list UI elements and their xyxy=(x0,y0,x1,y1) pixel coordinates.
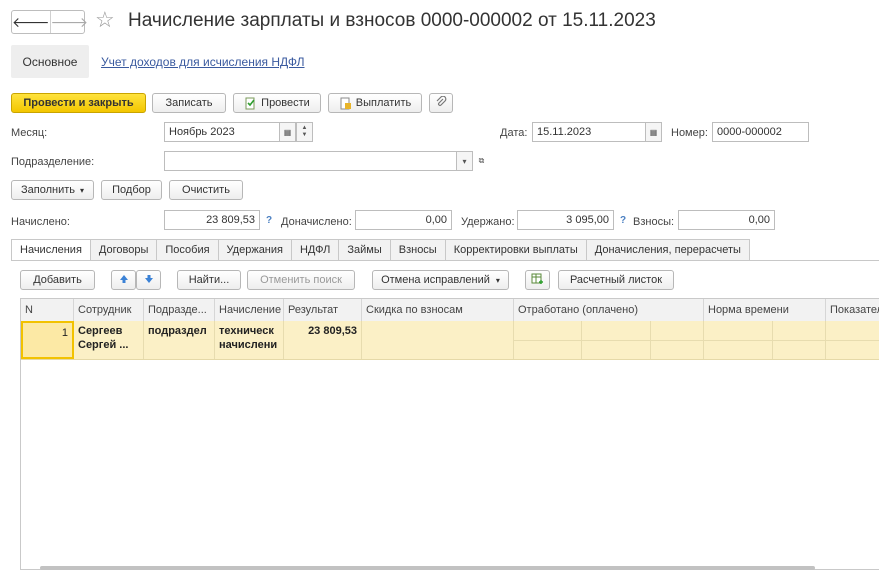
department-field[interactable] xyxy=(164,151,457,171)
section-main[interactable]: Основное xyxy=(11,45,89,78)
cancel-corrections-button[interactable]: Отмена исправлений ▾ xyxy=(372,270,509,290)
stepper-up-icon: ▲ xyxy=(301,125,308,131)
horizontal-scrollbar[interactable] xyxy=(40,566,815,570)
tab-recalculations[interactable]: Доначисления, перерасчеты xyxy=(586,239,750,261)
tab-divider xyxy=(11,260,879,261)
column-header-n[interactable]: N xyxy=(21,299,74,321)
accrued-value: 23 809,53 xyxy=(164,210,260,230)
post-and-close-button[interactable]: Провести и закрыть xyxy=(11,93,146,113)
column-header-department[interactable]: Подразде... xyxy=(144,299,215,321)
tab-benefits[interactable]: Пособия xyxy=(157,239,219,261)
post-button[interactable]: Провести xyxy=(233,93,321,113)
department-open-button[interactable]: ⧉ xyxy=(473,151,490,171)
accrued-hint-icon[interactable]: ? xyxy=(266,215,272,226)
cell-result[interactable]: 23 809,53 xyxy=(284,321,362,359)
dropdown-icon: ▾ xyxy=(462,156,467,166)
column-header-contribution-discount[interactable]: Скидка по взносам xyxy=(362,299,514,321)
pay-button[interactable]: Выплатить xyxy=(328,93,422,113)
cell-department[interactable]: подраздел xyxy=(144,321,215,359)
arrow-right-icon: 🡒 xyxy=(50,13,89,30)
calendar-icon: ▦ xyxy=(283,127,292,137)
column-header-time-norm[interactable]: Норма времени xyxy=(704,299,826,321)
tab-ndfl[interactable]: НДФЛ xyxy=(291,239,340,261)
column-header-indicator[interactable]: Показател xyxy=(826,299,879,321)
contributions-label: Взносы: xyxy=(633,216,675,228)
clear-button[interactable]: Очистить xyxy=(169,180,243,200)
calendar-icon: ▦ xyxy=(649,127,658,137)
post-doc-icon xyxy=(244,97,257,110)
fill-button[interactable]: Заполнить ▾ xyxy=(11,180,94,200)
withheld-hint-icon[interactable]: ? xyxy=(620,215,626,226)
number-field[interactable]: 0000-000002 xyxy=(712,122,809,142)
save-button[interactable]: Записать xyxy=(152,93,226,113)
cancel-search-button[interactable]: Отменить поиск xyxy=(247,270,355,290)
favorite-star-icon[interactable]: ☆ xyxy=(95,8,115,32)
tab-loans[interactable]: Займы xyxy=(339,239,391,261)
column-header-employee[interactable]: Сотрудник xyxy=(74,299,144,321)
cancel-corrections-label: Отмена исправлений xyxy=(381,274,490,286)
extra-accrued-value: 0,00 xyxy=(355,210,452,230)
row-subdivider xyxy=(514,340,879,341)
tab-payment-adjustments[interactable]: Корректировки выплаты xyxy=(445,239,587,261)
back-button[interactable]: 🡐 xyxy=(12,11,51,33)
date-label: Дата: xyxy=(500,127,528,139)
table-add-icon xyxy=(531,273,544,288)
accrued-label: Начислено: xyxy=(11,216,70,228)
extra-accrued-label: Доначислено: xyxy=(281,216,352,228)
month-field[interactable]: Ноябрь 2023 xyxy=(164,122,280,142)
arrow-down-icon xyxy=(144,274,154,287)
payslip-button[interactable]: Расчетный листок xyxy=(558,270,674,290)
add-row-button[interactable]: Добавить xyxy=(20,270,95,290)
forward-button[interactable]: 🡒 xyxy=(51,11,89,33)
cell-accrual[interactable]: техническ начислени xyxy=(215,321,284,359)
arrow-up-icon xyxy=(119,274,129,287)
pick-button[interactable]: Подбор xyxy=(101,180,162,200)
column-header-worked[interactable]: Отработано (оплачено) xyxy=(514,299,704,321)
find-button[interactable]: Найти... xyxy=(177,270,241,290)
move-down-button[interactable] xyxy=(136,270,161,290)
dropdown-icon: ▾ xyxy=(80,185,85,195)
table-settings-button[interactable] xyxy=(525,270,550,290)
cell-contribution-discount[interactable] xyxy=(362,321,514,359)
tab-deductions[interactable]: Удержания xyxy=(218,239,292,261)
section-ndfl-link[interactable]: Учет доходов для исчисления НДФЛ xyxy=(101,55,305,69)
paperclip-icon xyxy=(435,95,447,111)
accruals-table: N Сотрудник Подразде... Начисление Резул… xyxy=(20,298,879,570)
tab-contracts[interactable]: Договоры xyxy=(90,239,158,261)
open-window-icon: ⧉ xyxy=(478,156,485,165)
month-label: Месяц: xyxy=(11,127,48,139)
stepper-down-icon: ▼ xyxy=(301,132,308,138)
nav-buttons: 🡐 🡒 xyxy=(11,10,88,34)
table-header: N Сотрудник Подразде... Начисление Резул… xyxy=(21,299,879,322)
month-stepper[interactable]: ▲ ▼ xyxy=(296,122,313,142)
attach-button[interactable] xyxy=(429,93,453,113)
withheld-value: 3 095,00 xyxy=(517,210,614,230)
date-calendar-button[interactable]: ▦ xyxy=(645,122,662,142)
pay-doc-icon xyxy=(339,97,352,110)
column-header-accrual[interactable]: Начисление xyxy=(215,299,284,321)
tab-accruals[interactable]: Начисления xyxy=(11,239,91,261)
cell-n[interactable]: 1 xyxy=(21,321,74,359)
arrow-left-icon: 🡐 xyxy=(12,13,50,30)
pay-button-label: Выплатить xyxy=(355,97,412,109)
dropdown-icon: ▾ xyxy=(495,275,500,285)
move-up-button[interactable] xyxy=(111,270,136,290)
page-title: Начисление зарплаты и взносов 0000-00000… xyxy=(128,10,656,31)
department-dropdown-button[interactable]: ▾ xyxy=(456,151,473,171)
post-button-label: Провести xyxy=(261,97,310,109)
number-label: Номер: xyxy=(671,127,708,139)
contributions-value: 0,00 xyxy=(678,210,775,230)
date-field[interactable]: 15.11.2023 xyxy=(532,122,646,142)
withheld-label: Удержано: xyxy=(461,216,515,228)
month-calendar-button[interactable]: ▦ xyxy=(279,122,296,142)
fill-button-label: Заполнить xyxy=(20,184,75,196)
tab-contributions[interactable]: Взносы xyxy=(390,239,446,261)
table-row[interactable]: 1 Сергеев Сергей ... подраздел техническ… xyxy=(21,321,879,360)
cell-employee[interactable]: Сергеев Сергей ... xyxy=(74,321,144,359)
tab-bar: Начисления Договоры Пособия Удержания НД… xyxy=(11,239,750,261)
column-header-result[interactable]: Результат xyxy=(284,299,362,321)
department-label: Подразделение: xyxy=(11,156,95,168)
